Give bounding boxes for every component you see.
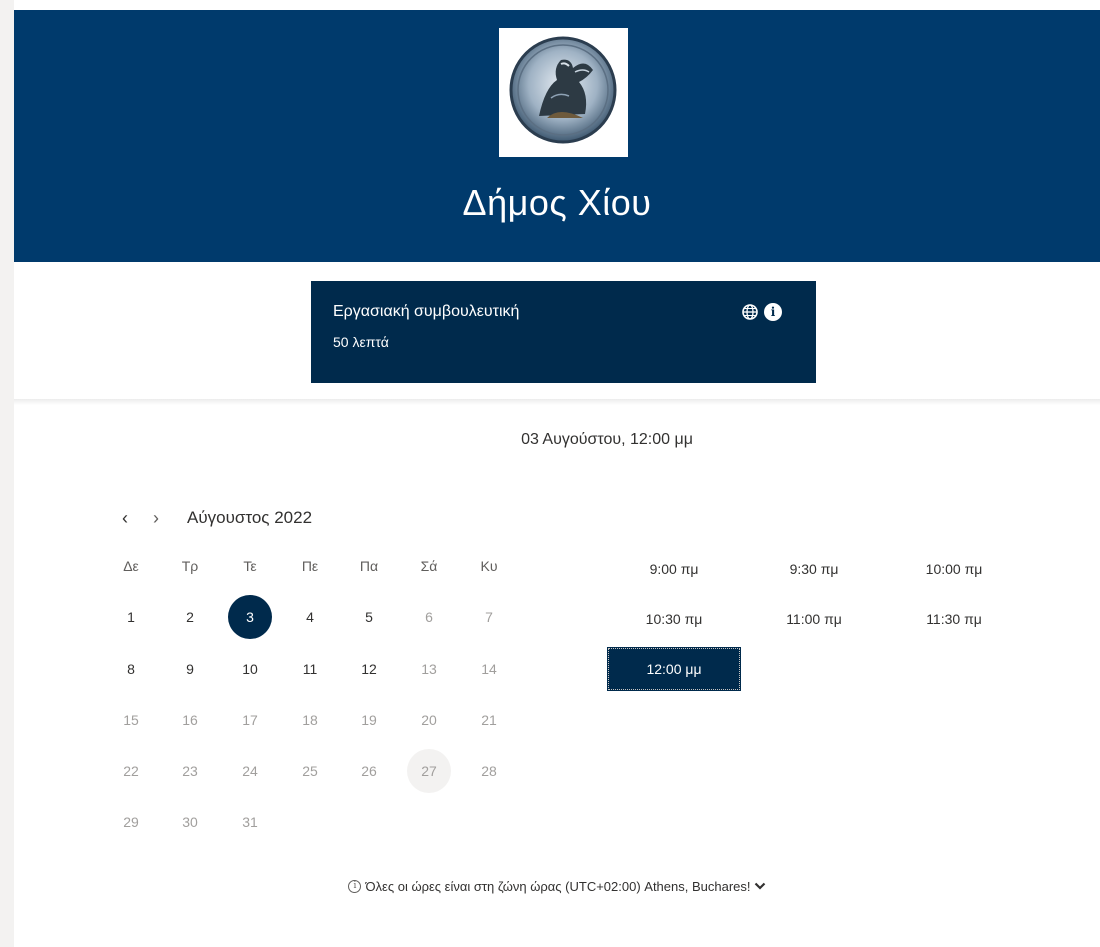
timezone-row: i Όλες οι ώρες είναι στη ζώνη ώρας (UTC+0… [14, 878, 1100, 894]
calendar-day: 15 [123, 712, 139, 728]
calendar-day[interactable]: 1 [109, 595, 153, 639]
time-slot-button[interactable]: 11:00 πμ [747, 597, 881, 641]
calendar-day: 20 [421, 712, 437, 728]
calendar-day[interactable]: 4 [288, 595, 332, 639]
info-icon[interactable]: i [764, 303, 782, 321]
section-divider [14, 399, 1100, 405]
calendar-day: 22 [123, 763, 139, 779]
weekday-label: Τρ [181, 558, 199, 574]
time-slot-button[interactable]: 11:30 πμ [887, 597, 1021, 641]
service-title: Εργασιακή συμβουλευτική [333, 303, 520, 320]
service-card: Εργασιακή συμβουλευτική 50 λεπτά i [311, 281, 816, 383]
page-header: Δήμος Χίου [14, 10, 1100, 262]
time-slot-button[interactable]: 9:00 πμ [607, 547, 741, 591]
weekday-label: Κυ [480, 558, 498, 574]
calendar-day: 24 [242, 763, 258, 779]
calendar-day: 13 [421, 661, 437, 677]
calendar-day: 14 [481, 661, 497, 677]
time-slot-button[interactable]: 9:30 πμ [747, 547, 881, 591]
calendar-day: 27 [407, 749, 451, 793]
previous-month-button[interactable]: ‹ [122, 508, 128, 529]
left-gutter [0, 0, 14, 947]
calendar-day: 26 [361, 763, 377, 779]
calendar-day[interactable]: 3 [228, 595, 272, 639]
timezone-dropdown-chevron-icon[interactable] [754, 879, 766, 894]
calendar-day: 7 [485, 609, 493, 625]
calendar-day[interactable]: 8 [109, 647, 153, 691]
month-label: Αύγουστος 2022 [187, 508, 313, 527]
calendar-day[interactable]: 2 [168, 595, 212, 639]
weekday-label: Δε [123, 558, 139, 574]
organization-logo [499, 28, 628, 157]
next-month-button[interactable]: › [153, 508, 159, 529]
calendar-day: 19 [361, 712, 377, 728]
weekday-label: Τε [243, 558, 257, 574]
weekday-label: Πε [301, 558, 319, 574]
calendar-day: 25 [302, 763, 318, 779]
calendar-day: 29 [123, 814, 139, 830]
organization-name: Δήμος Χίου [462, 182, 652, 223]
calendar-day: 6 [425, 609, 433, 625]
weekday-label: Πα [359, 558, 379, 574]
calendar-day[interactable]: 10 [228, 647, 272, 691]
calendar-day: 21 [481, 712, 497, 728]
calendar-day: 31 [242, 814, 258, 830]
calendar-day: 30 [182, 814, 198, 830]
service-duration: 50 λεπτά [333, 334, 389, 350]
calendar-day: 17 [242, 712, 258, 728]
calendar-day[interactable]: 9 [168, 647, 212, 691]
timezone-text: Όλες οι ώρες είναι στη ζώνη ώρας (UTC+02… [365, 879, 751, 895]
booking-page: Δήμος Χίου Εργασιακή συμβουλευτική 50 λε… [14, 0, 1100, 947]
weekday-label: Σά [420, 558, 438, 574]
time-slot-button[interactable]: 10:30 πμ [607, 597, 741, 641]
selected-datetime-summary: 03 Αυγούστου, 12:00 μμ [521, 431, 693, 448]
calendar-day[interactable]: 12 [347, 647, 391, 691]
sphinx-seal-logo-icon [509, 36, 617, 144]
timezone-info-icon: i [348, 880, 362, 894]
calendar-day: 28 [481, 763, 497, 779]
calendar-day[interactable]: 5 [347, 595, 391, 639]
time-slot-button[interactable]: 12:00 μμ [607, 647, 741, 691]
time-slot-button[interactable]: 10:00 πμ [887, 547, 1021, 591]
globe-icon[interactable] [741, 303, 759, 321]
calendar-day: 23 [182, 763, 198, 779]
calendar-day: 18 [302, 712, 318, 728]
calendar-day: 16 [182, 712, 198, 728]
calendar-day[interactable]: 11 [288, 647, 332, 691]
